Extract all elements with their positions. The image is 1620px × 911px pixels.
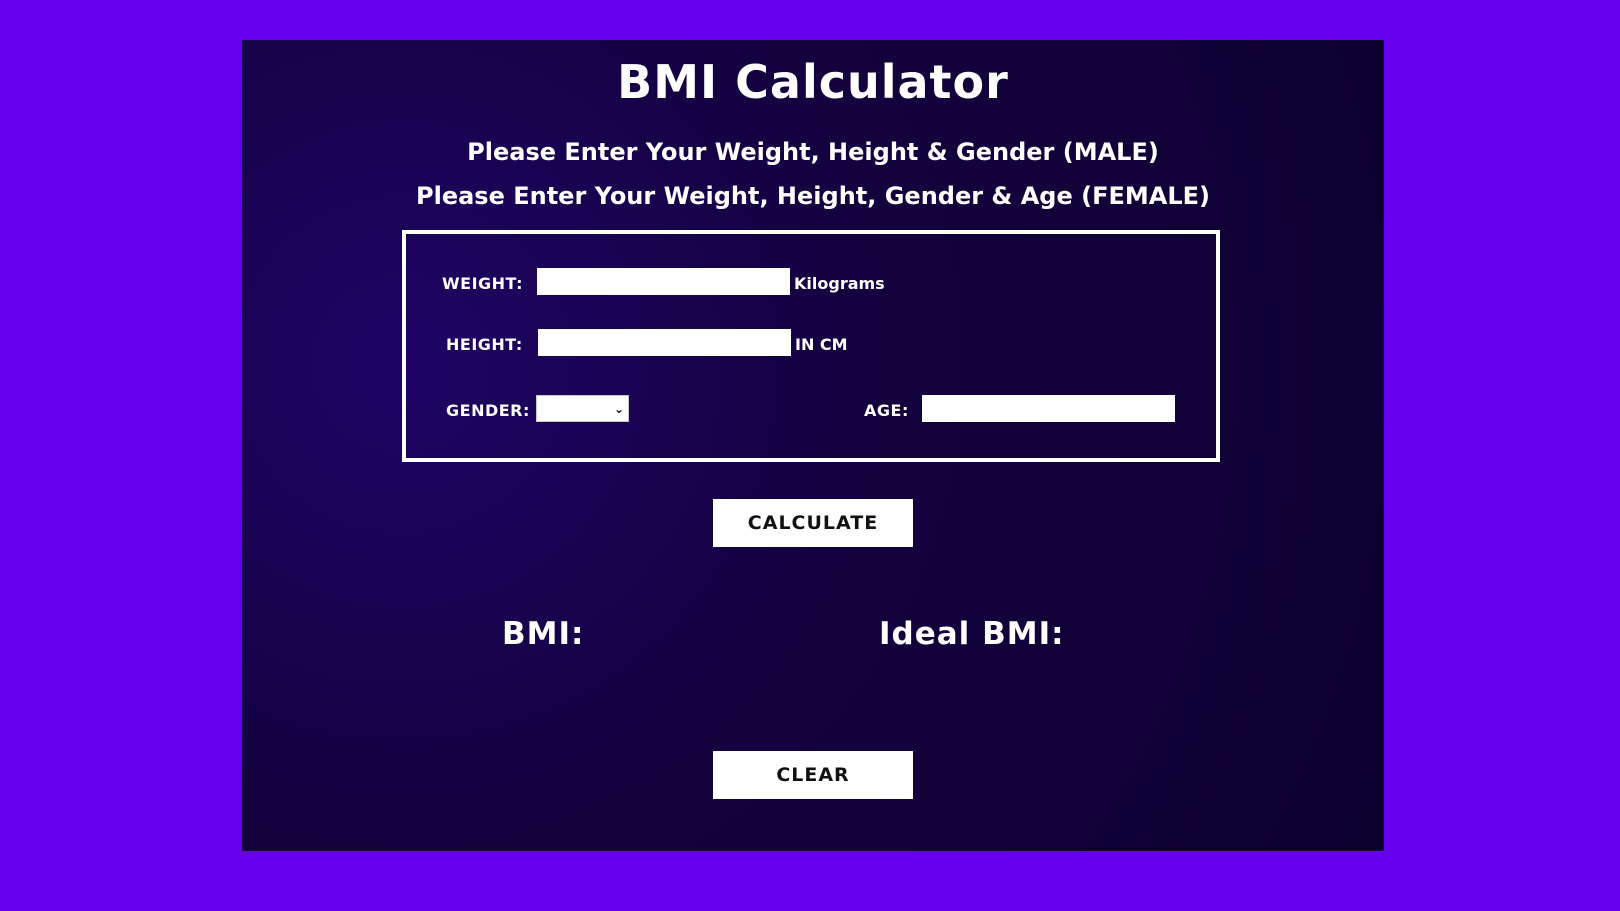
weight-input[interactable] bbox=[537, 268, 790, 295]
chevron-down-icon: ⌄ bbox=[613, 402, 624, 416]
height-label: HEIGHT: bbox=[446, 335, 523, 354]
calculate-button[interactable]: CALCULATE bbox=[713, 499, 913, 547]
ideal-bmi-result-label: Ideal BMI: bbox=[879, 616, 1065, 652]
page-title: BMI Calculator bbox=[617, 55, 1009, 109]
calculator-panel: BMI Calculator Please Enter Your Weight,… bbox=[242, 40, 1384, 851]
clear-button[interactable]: CLEAR bbox=[713, 751, 913, 799]
instruction-female: Please Enter Your Weight, Height, Gender… bbox=[416, 182, 1210, 210]
instruction-male: Please Enter Your Weight, Height & Gende… bbox=[467, 138, 1159, 166]
gender-select[interactable]: ⌄ bbox=[536, 395, 629, 422]
height-input[interactable] bbox=[538, 329, 791, 356]
weight-unit: Kilograms bbox=[794, 274, 885, 293]
gender-label: GENDER: bbox=[446, 401, 530, 420]
age-label: AGE: bbox=[864, 401, 909, 420]
input-form: WEIGHT: Kilograms HEIGHT: IN CM GENDER: … bbox=[402, 230, 1220, 462]
age-input[interactable] bbox=[922, 395, 1175, 422]
height-unit: IN CM bbox=[795, 335, 848, 354]
weight-label: WEIGHT: bbox=[442, 274, 523, 293]
bmi-result-label: BMI: bbox=[502, 616, 585, 652]
